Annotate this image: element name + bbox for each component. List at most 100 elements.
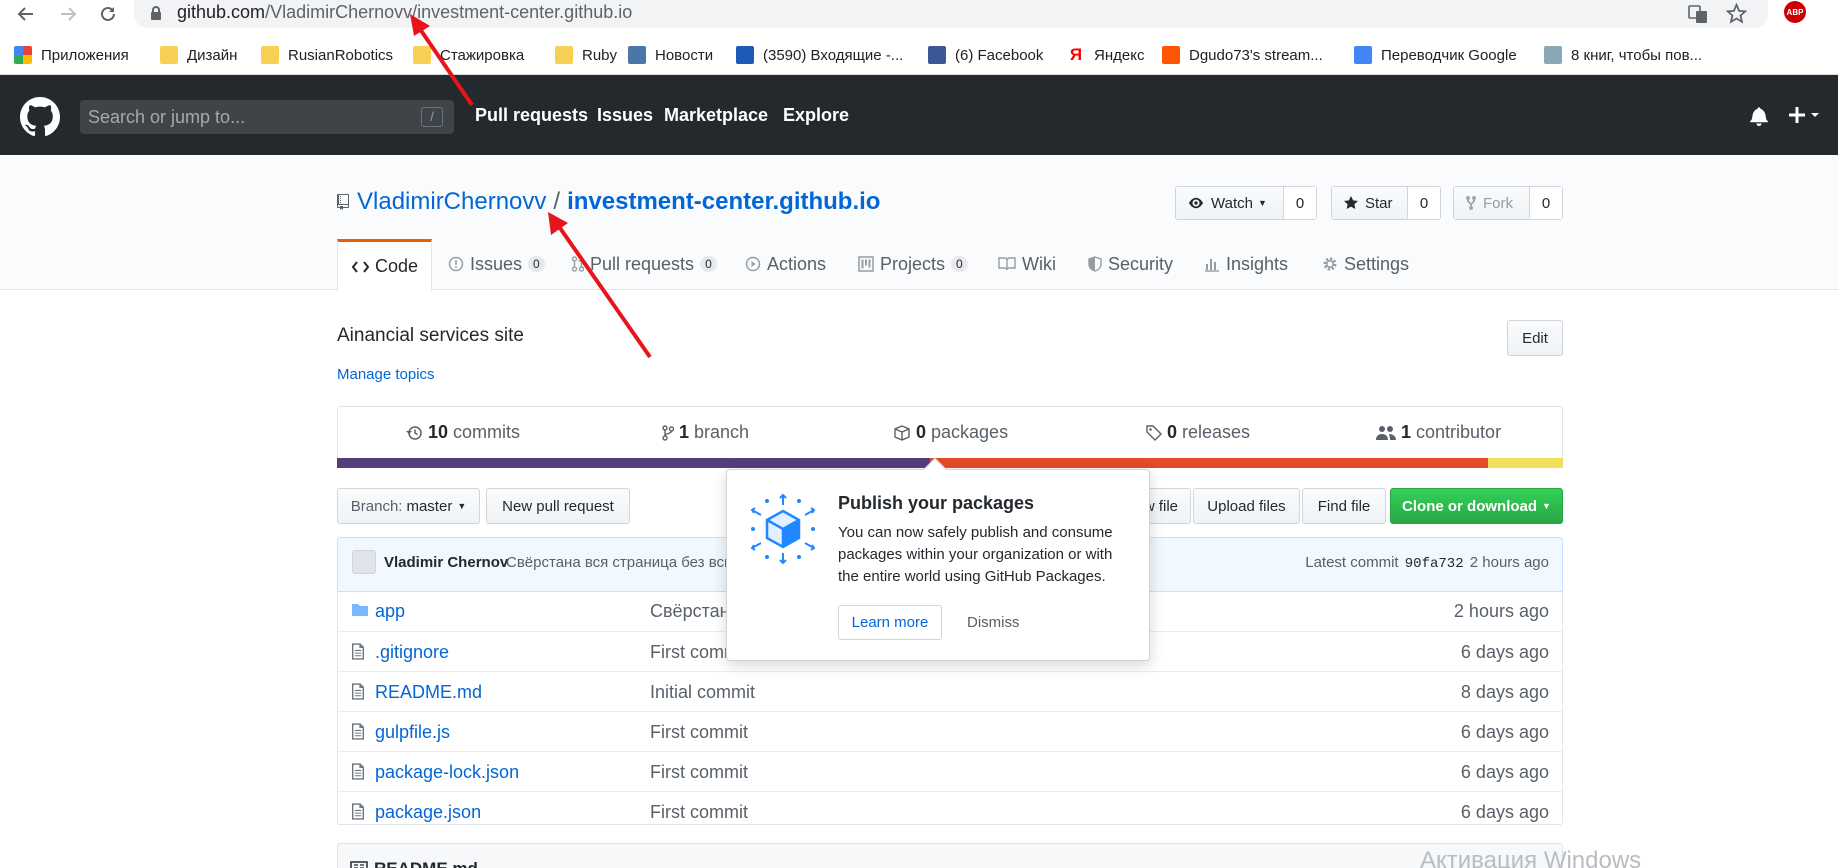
back-arrow-icon[interactable] [14,2,38,26]
translate-page-icon[interactable] [1688,4,1708,24]
fork-button[interactable]: Fork 0 [1453,186,1563,220]
tab-wiki[interactable]: Wiki [998,238,1056,290]
dismiss-button[interactable]: Dismiss [967,614,1020,631]
file-name-link[interactable]: gulpfile.js [375,722,450,743]
manage-topics-link[interactable]: Manage topics [337,366,435,383]
create-new-plus-icon[interactable] [1787,105,1821,125]
apps-grid-icon [14,46,32,64]
file-name-link[interactable]: package-lock.json [375,762,519,783]
bookmark-item[interactable]: Переводчик Google [1354,42,1517,68]
tab-settings[interactable]: Settings [1322,238,1409,290]
bookmark-item[interactable]: Приложения [14,42,129,68]
repo-name-link[interactable]: investment-center.github.io [567,188,880,216]
language-bar[interactable] [337,458,1563,468]
branch-prefix: Branch: [350,497,403,515]
commit-age: 2 hours ago [1469,554,1549,571]
table-row: README.md Initial commit 8 days ago [338,671,1562,711]
commit-author[interactable]: Vladimir Chernov [384,554,508,571]
contributors-link[interactable]: 1 contributor [1376,422,1501,443]
watch-count[interactable]: 0 [1284,187,1316,219]
nav-marketplace[interactable]: Marketplace [664,105,768,126]
packages-link[interactable]: 0 packages [893,422,1008,443]
soundcloud-icon [1162,46,1180,64]
language-segment-css[interactable] [337,458,930,468]
search-box[interactable]: / [80,100,454,134]
bookmark-item[interactable]: (6) Facebook [928,42,1043,68]
search-input[interactable] [88,105,408,129]
star-count[interactable]: 0 [1408,187,1440,219]
github-header: / Pull requests Issues Marketplace Explo… [0,75,1838,155]
file-age: 6 days ago [1460,762,1549,782]
bookmark-item[interactable]: Ruby [555,42,617,68]
slash-shortcut-key: / [421,107,443,127]
tab-actions[interactable]: Actions [745,238,826,290]
edit-description-button[interactable]: Edit [1507,320,1563,356]
bookmark-item[interactable]: Новости [628,42,713,68]
bell-icon[interactable] [1750,106,1768,126]
bookmark-item[interactable]: Я Яндекс [1067,42,1145,68]
commit-sha[interactable]: 90fa732 [1405,556,1464,572]
tab-code[interactable]: Code [337,239,432,291]
packages-popover: Publish your packages You can now safely… [726,457,1150,661]
branch-select-button[interactable]: Branch: master ▼ [337,488,480,524]
bookmark-item[interactable]: (3590) Входящие -... [736,42,903,68]
language-segment-javascript[interactable] [1488,458,1563,468]
tab-projects[interactable]: Projects 0 [858,238,968,290]
releases-link[interactable]: 0 releases [1146,422,1250,443]
file-age: 6 days ago [1460,802,1549,822]
url-path: /VladimirChernovv/investment-center.gith… [265,2,633,22]
bookmark-star-icon[interactable] [1726,3,1747,24]
readme-label[interactable]: README.md [374,859,478,868]
address-bar[interactable]: github.com/VladimirChernovv/investment-c… [134,0,1768,28]
star-label: Star [1365,194,1393,212]
packages-count: 0 [916,422,927,442]
tab-issues[interactable]: Issues 0 [448,238,545,290]
file-icon [351,683,365,700]
bookmark-item[interactable]: 8 книг, чтобы пов... [1544,42,1702,68]
repo-owner-link[interactable]: VladimirChernovv [357,188,546,216]
language-segment-html[interactable] [930,458,1488,468]
tab-pull-requests[interactable]: Pull requests 0 [571,238,717,290]
file-commit-message[interactable]: Initial commit [650,682,755,703]
github-logo-icon[interactable] [20,97,60,137]
file-name-link[interactable]: README.md [375,682,482,703]
find-file-button[interactable]: Find file [1302,488,1386,524]
commits-link[interactable]: 10 commits [405,422,520,443]
commit-message[interactable]: Свёрстана вся страница без всп [506,554,732,571]
adblock-plus-icon[interactable]: ABP [1784,1,1806,23]
reload-icon[interactable] [96,2,120,26]
bookmark-item[interactable]: Dgudo73's stream... [1162,42,1323,68]
code-icon [352,260,369,274]
bookmark-item[interactable]: RusianRobotics [261,42,393,68]
tab-security[interactable]: Security [1088,238,1173,290]
nav-issues[interactable]: Issues [597,105,653,126]
file-name-link[interactable]: package.json [375,802,481,823]
bookmark-label: Яндекс [1094,46,1145,64]
forward-arrow-icon[interactable] [56,2,80,26]
watch-button[interactable]: Watch ▼ 0 [1175,186,1317,220]
nav-explore[interactable]: Explore [783,105,849,126]
branches-link[interactable]: 1 branch [662,422,749,443]
nav-pull-requests[interactable]: Pull requests [475,105,588,126]
file-commit-message[interactable]: First commit [650,802,748,823]
upload-files-button[interactable]: Upload files [1193,488,1300,524]
tab-insights[interactable]: Insights [1204,238,1288,290]
new-pull-request-button[interactable]: New pull request [486,488,630,524]
bookmark-label: Дизайн [187,46,238,64]
learn-more-button[interactable]: Learn more [838,605,942,640]
package-icon [893,424,911,441]
file-name-link[interactable]: .gitignore [375,642,449,663]
fork-count[interactable]: 0 [1530,187,1562,219]
bookmark-item[interactable]: Стажировка [413,42,524,68]
file-age: 6 days ago [1460,722,1549,742]
clone-or-download-button[interactable]: Clone or download ▼ [1390,488,1563,524]
tag-icon [1146,424,1162,441]
url-host: github.com [177,2,266,22]
file-commit-message[interactable]: First commit [650,722,748,743]
bookmark-item[interactable]: Дизайн [160,42,237,68]
avatar[interactable] [352,550,376,574]
folder-icon [555,46,573,64]
file-name-link[interactable]: app [375,601,405,622]
file-commit-message[interactable]: First commit [650,762,748,783]
star-button[interactable]: Star 0 [1331,186,1441,220]
